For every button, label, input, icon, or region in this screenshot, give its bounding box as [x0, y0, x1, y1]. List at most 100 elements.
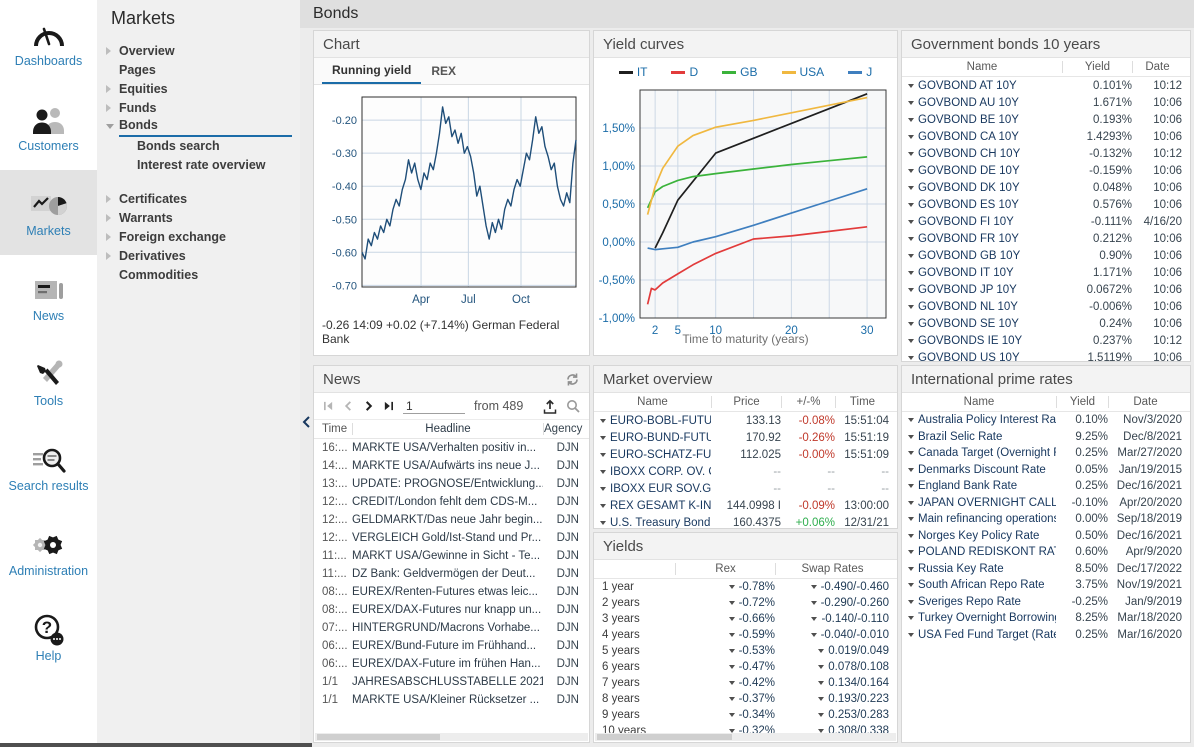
expand-icon[interactable] [729, 617, 735, 621]
table-row[interactable]: GOVBOND IT 10Y1.171%10:06 [902, 264, 1190, 281]
expand-icon[interactable] [908, 567, 914, 571]
column-header-headline[interactable]: Headline [352, 423, 543, 435]
sidebar-item-dashboards[interactable]: Dashboards [0, 0, 97, 85]
page-number-input[interactable] [403, 398, 465, 414]
expand-icon[interactable] [908, 451, 914, 455]
nav-item-bonds-search[interactable]: Bonds search [97, 136, 300, 155]
table-row[interactable]: 9 years-0.34%0.253/0.283 [594, 707, 897, 723]
expand-icon[interactable] [908, 418, 914, 422]
expand-icon[interactable] [908, 322, 914, 326]
sidebar-item-customers[interactable]: Customers [0, 85, 97, 170]
column-header-change[interactable]: +/-% [781, 396, 835, 408]
news-row[interactable]: 12:...GELDMARKT/Das neue Jahr begin...DJ… [314, 511, 589, 529]
expand-icon[interactable] [729, 697, 735, 701]
news-row[interactable]: 08:...EUREX/DAX-Futures nur knapp un...D… [314, 601, 589, 619]
expand-icon[interactable] [729, 665, 735, 669]
news-row[interactable]: 1/1JAHRESABSCHLUSSTABELLE 2021...DJN [314, 673, 589, 691]
table-row[interactable]: GOVBOND CA 10Y1.4293%10:06 [902, 128, 1190, 145]
expand-icon[interactable] [908, 633, 914, 637]
news-row[interactable]: 13:...UPDATE: PROGNOSE/Entwicklung...DJN [314, 475, 589, 493]
table-row[interactable]: GOVBOND DE 10Y-0.159%10:06 [902, 162, 1190, 179]
scrollbar-thumb[interactable] [597, 734, 732, 740]
expand-icon[interactable] [600, 521, 606, 525]
table-row[interactable]: REX GESAMT K-IN.144.0998 I-0.09%13:00:00 [594, 497, 897, 514]
expand-icon[interactable] [811, 585, 817, 589]
news-row[interactable]: 16:...MÄRKTE USA/Verhalten positiv in...… [314, 439, 589, 457]
news-row[interactable]: 12:...VERGLEICH Gold/Ist-Stand und Pr...… [314, 529, 589, 547]
expand-icon[interactable] [729, 585, 735, 589]
table-row[interactable]: 2 years-0.72%-0.290/-0.260 [594, 595, 897, 611]
table-row[interactable]: Sveriges Repo Rate-0.25%Jan/9/2019 [902, 594, 1190, 611]
expand-icon[interactable] [908, 271, 914, 275]
column-header-time[interactable]: Time [835, 396, 897, 408]
column-header-yield[interactable]: Yield [1056, 396, 1108, 408]
expand-icon[interactable] [908, 186, 914, 190]
table-row[interactable]: GOVBOND BE 10Y0.193%10:06 [902, 111, 1190, 128]
nav-item-certificates[interactable]: Certificates [97, 189, 300, 208]
expand-icon[interactable] [818, 665, 824, 669]
expand-icon[interactable] [908, 501, 914, 505]
tab-running-yield[interactable]: Running yield [322, 58, 421, 84]
table-row[interactable]: GOVBOND AT 10Y0.101%10:12 [902, 77, 1190, 94]
news-row[interactable]: 14:...MÄRKTE USA/Aufwärts ins neue J...D… [314, 457, 589, 475]
expand-icon[interactable] [908, 484, 914, 488]
column-header-time[interactable]: Time [314, 423, 352, 435]
expand-icon[interactable] [908, 600, 914, 604]
export-icon[interactable] [543, 399, 557, 414]
nav-item-bonds[interactable]: Bonds [97, 117, 300, 136]
sidebar-item-help[interactable]: ?Help [0, 595, 97, 680]
expand-icon[interactable] [811, 633, 817, 637]
news-row[interactable]: 1/1MÄRKTE USA/Kleiner Rücksetzer ...DJN [314, 691, 589, 709]
table-row[interactable]: GOVBOND FR 10Y0.212%10:06 [902, 230, 1190, 247]
table-row[interactable]: 3 years-0.66%-0.140/-0.110 [594, 611, 897, 627]
news-row[interactable]: 06:...EUREX/DAX-Future im frühen Han...D… [314, 655, 589, 673]
expand-icon[interactable] [811, 601, 817, 605]
horizontal-scrollbar[interactable] [315, 733, 588, 741]
expand-icon[interactable] [600, 436, 606, 440]
column-header-date[interactable]: Date [1108, 396, 1190, 408]
expand-icon[interactable] [908, 616, 914, 620]
expand-icon[interactable] [600, 419, 606, 423]
expand-icon[interactable] [818, 681, 824, 685]
nav-item-overview[interactable]: Overview [97, 41, 300, 60]
expand-icon[interactable] [908, 84, 914, 88]
news-row[interactable]: 11:...MARKT USA/Gewinne in Sicht - Te...… [314, 547, 589, 565]
expand-icon[interactable] [729, 633, 735, 637]
table-row[interactable]: GOVBOND GB 10Y0.90%10:06 [902, 247, 1190, 264]
expand-icon[interactable] [908, 288, 914, 292]
tab-rex[interactable]: REX [421, 58, 466, 84]
expand-icon[interactable] [908, 356, 914, 360]
table-row[interactable]: Brazil Selic Rate9.25%Dec/8/2021 [902, 429, 1190, 446]
expand-icon[interactable] [908, 203, 914, 207]
expand-icon[interactable] [818, 697, 824, 701]
expand-icon[interactable] [908, 169, 914, 173]
table-row[interactable]: GOVBOND NL 10Y-0.006%10:06 [902, 298, 1190, 315]
table-row[interactable]: Canada Target (Overnight Rate)0.25%Mar/2… [902, 445, 1190, 462]
expand-icon[interactable] [908, 135, 914, 139]
expand-icon[interactable] [729, 649, 735, 653]
table-row[interactable]: GOVBOND FI 10Y-0.111%4/16/20 [902, 213, 1190, 230]
news-row[interactable]: 08:...EUREX/Renten-Futures etwas leic...… [314, 583, 589, 601]
expand-icon[interactable] [600, 470, 606, 474]
table-row[interactable]: Main refinancing operations0.00%Sep/18/2… [902, 511, 1190, 528]
table-row[interactable]: 7 years-0.42%0.134/0.164 [594, 675, 897, 691]
news-row[interactable]: 07:...HINTERGRUND/Macrons Vorhabe...DJN [314, 619, 589, 637]
collapse-nav-icon[interactable] [302, 416, 310, 428]
table-row[interactable]: 4 years-0.59%-0.040/-0.010 [594, 627, 897, 643]
table-row[interactable]: U.S. Treasury Bond160.4375+0.06%12/31/21 [594, 514, 897, 529]
sidebar-item-tools[interactable]: Tools [0, 340, 97, 425]
table-row[interactable]: GOVBOND US 10Y1.5119%10:06 [902, 349, 1190, 362]
scrollbar-thumb[interactable] [317, 734, 440, 740]
table-row[interactable]: 6 years-0.47%0.078/0.108 [594, 659, 897, 675]
news-row[interactable]: 06:...EUREX/Bund-Future im Frühhand...DJ… [314, 637, 589, 655]
table-row[interactable]: Denmarks Discount Rate0.05%Jan/19/2015 [902, 462, 1190, 479]
nav-item-warrants[interactable]: Warrants [97, 208, 300, 227]
expand-icon[interactable] [600, 504, 606, 508]
expand-icon[interactable] [908, 237, 914, 241]
nav-item-foreign-exchange[interactable]: Foreign exchange [97, 227, 300, 246]
column-header-swap-rates[interactable]: Swap Rates [775, 563, 897, 575]
column-header-name[interactable]: Name [902, 61, 1062, 73]
search-icon[interactable] [566, 399, 580, 413]
expand-icon[interactable] [908, 339, 914, 343]
table-row[interactable]: EURO-BOBL-FUTURE133.13-0.08%15:51:04 [594, 412, 897, 429]
